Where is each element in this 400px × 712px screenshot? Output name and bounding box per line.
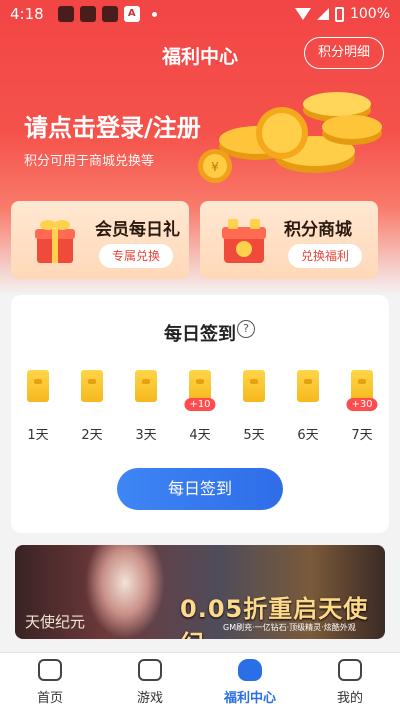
checkin-day: 3天 [131,370,161,443]
notification-a-icon: A [123,6,140,22]
mall-gift-icon [222,219,266,263]
notification-app-icon [79,6,96,22]
login-register-link[interactable]: 请点击登录/注册 [24,108,201,143]
points-mall-title: 积分商城 [284,220,352,240]
daily-checkin-panel: 每日签到 ? 1天 2天 3天 +10 4天 5天 6天 +30 7天 每日签到 [11,295,389,533]
home-icon [38,659,62,681]
checkin-title: 每日签到 [164,324,236,345]
checkin-day: +30 7天 [346,370,378,443]
day-label: 7天 [351,428,373,443]
svg-text:¥: ¥ [211,160,219,174]
day-label: 5天 [243,428,265,443]
gift-box-icon [35,220,75,263]
exclusive-exchange-button[interactable]: 专属兑换 [99,244,173,268]
bonus-badge: +30 [346,398,378,411]
game-promo-banner[interactable]: 天使纪元 0.05折重启天使纪 GM刷充·一亿钻石·顶级精灵·炫酷外观 [15,545,385,639]
checkin-day: 5天 [239,370,269,443]
red-envelope-icon [27,370,49,402]
status-icons: 100% [294,6,390,22]
daily-checkin-button[interactable]: 每日签到 [117,468,283,510]
banner-promo-subtext: GM刷充·一亿钻石·顶级精灵·炫酷外观 [223,623,356,632]
battery-percent: 100% [349,6,390,22]
member-daily-gift-card[interactable]: 会员每日礼 专属兑换 [11,201,189,279]
tab-home[interactable]: 首页 [0,653,100,712]
battery-icon [334,6,344,22]
bottom-tab-bar: 首页 游戏 福利中心 我的 [0,652,400,712]
red-envelope-icon: +10 [184,370,216,411]
tab-welfare-center[interactable]: 福利中心 [200,653,300,712]
tab-welfare-label: 福利中心 [223,691,276,706]
redeem-benefits-button[interactable]: 兑换福利 [288,244,362,268]
login-subtitle: 积分可用于商城兑换等 [24,154,155,169]
user-icon [338,659,362,681]
member-daily-gift-title: 会员每日礼 [95,220,180,240]
day-label: 2天 [81,428,103,443]
red-envelope-icon [81,370,103,402]
notification-app-icon [57,6,74,22]
signal-icon [316,8,329,20]
checkin-day: 1天 [23,370,53,443]
money-bag-icon [238,659,262,681]
banner-game-logo: 天使纪元 [25,613,86,631]
tab-games-label: 游戏 [136,691,163,706]
day-label: 6天 [297,428,319,443]
checkin-day: 2天 [77,370,107,443]
points-detail-button[interactable]: 积分明细 [304,37,384,69]
gamepad-icon [138,659,162,681]
checkin-day: +10 4天 [184,370,216,443]
tab-games[interactable]: 游戏 [100,653,200,712]
status-time: 4:18 [10,5,44,23]
red-envelope-icon [135,370,157,402]
red-envelope-icon [297,370,319,402]
wifi-icon [294,8,311,20]
banner-character-art [85,545,165,639]
points-mall-card[interactable]: 积分商城 兑换福利 [200,201,378,279]
red-envelope-icon: +30 [346,370,378,411]
tab-profile[interactable]: 我的 [300,653,400,712]
notification-app-icon [101,6,118,22]
day-label: 1天 [27,428,49,443]
checkin-day: 6天 [293,370,323,443]
tab-profile-label: 我的 [336,691,363,706]
notification-dot-icon [151,11,157,17]
gold-coins-illustration: ¥ [198,92,382,183]
day-label: 3天 [135,428,157,443]
status-bar: 4:18 A 100% [0,0,400,28]
tab-home-label: 首页 [36,691,63,706]
red-envelope-icon [243,370,265,402]
day-label: 4天 [189,428,211,443]
bonus-badge: +10 [184,398,216,411]
help-icon[interactable]: ? [237,320,255,338]
